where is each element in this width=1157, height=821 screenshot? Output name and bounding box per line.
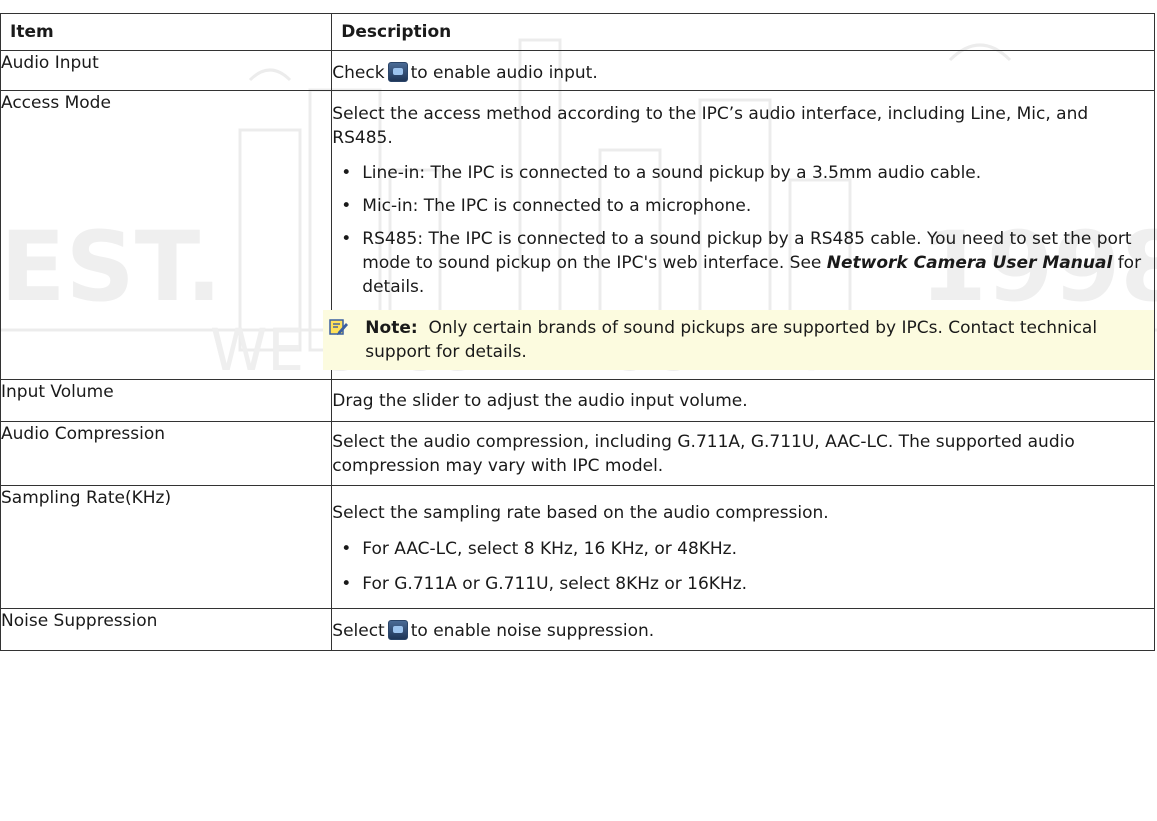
manual-reference: Network Camera User Manual bbox=[826, 253, 1113, 273]
bullet-text: For AAC-LC, select 8 KHz, 16 KHz, or 48K… bbox=[362, 539, 738, 559]
note-box: Note: Only certain brands of sound picku… bbox=[323, 310, 1154, 370]
bullet-item: • For G.711A or G.711U, select 8KHz or 16… bbox=[341, 574, 748, 594]
desc-text: to enable noise suppression. bbox=[410, 621, 655, 641]
row-description: Select the access method according to th… bbox=[323, 90, 1155, 380]
table-row: Audio Input Check to enable audio input. bbox=[0, 50, 1155, 91]
desc-text: Drag the slider to adjust the audio inpu… bbox=[332, 391, 748, 411]
note-pencil-icon bbox=[329, 319, 349, 335]
row-description: Select the audio compression, including … bbox=[331, 421, 1155, 486]
note-label: Note: bbox=[365, 318, 418, 338]
table-header-row: Item Description bbox=[0, 13, 1155, 51]
header-description: Description bbox=[331, 13, 1155, 51]
table-row: Noise Suppression Select to enable noise … bbox=[0, 608, 1155, 651]
header-item: Item bbox=[0, 13, 333, 51]
row-description: Select to enable noise suppression. bbox=[331, 608, 1155, 651]
row-item-label: Input Volume bbox=[0, 379, 333, 422]
bullet-item: • Line-in: The IPC is connected to a soun… bbox=[341, 163, 982, 183]
bullet-text: Line-in: The IPC is connected to a sound… bbox=[362, 163, 982, 183]
intro-text: Select the access method according to th… bbox=[332, 104, 1089, 148]
note-text: Only certain brands of sound pickups are… bbox=[365, 318, 1098, 362]
desc-text: Select the audio compression, including … bbox=[332, 432, 1075, 476]
table-row: Access Mode Select the access method acc… bbox=[0, 90, 1155, 380]
row-item-label: Audio Input bbox=[0, 50, 333, 91]
row-item-label: Access Mode bbox=[0, 90, 333, 380]
row-description: Drag the slider to adjust the audio inpu… bbox=[331, 379, 1155, 422]
intro-text: Select the sampling rate based on the au… bbox=[332, 503, 829, 523]
row-item-label: Noise Suppression bbox=[0, 608, 333, 651]
row-item-label: Audio Compression bbox=[0, 421, 333, 486]
desc-text: to enable audio input. bbox=[410, 63, 598, 83]
table-row: Audio Compression Select the audio compr… bbox=[0, 421, 1155, 486]
bullet-item: • Mic-in: The IPC is connected to a micro… bbox=[341, 196, 752, 216]
row-item-label: Sampling Rate(KHz) bbox=[0, 485, 333, 609]
checkbox-icon bbox=[387, 62, 408, 82]
table-row: Sampling Rate(KHz) Select the sampling r… bbox=[0, 485, 1155, 609]
bullet-item: • For AAC-LC, select 8 KHz, 16 KHz, or 48… bbox=[341, 539, 738, 559]
bullet-text: For G.711A or G.711U, select 8KHz or 16K… bbox=[362, 574, 748, 594]
desc-text: Select bbox=[332, 621, 385, 641]
row-description: Select the sampling rate based on the au… bbox=[331, 485, 1155, 609]
checkbox-icon bbox=[387, 620, 408, 640]
bullet-text: Mic-in: The IPC is connected to a microp… bbox=[362, 196, 752, 216]
parameter-table: Item Description Audio Input Check to ena… bbox=[0, 13, 1155, 651]
table-row: Input Volume Drag the slider to adjust t… bbox=[0, 379, 1155, 422]
bullet-item: • RS485: The IPC is connected to a sound … bbox=[341, 229, 1142, 297]
desc-text: Check bbox=[332, 63, 385, 83]
row-description: Check to enable audio input. bbox=[331, 50, 1155, 91]
